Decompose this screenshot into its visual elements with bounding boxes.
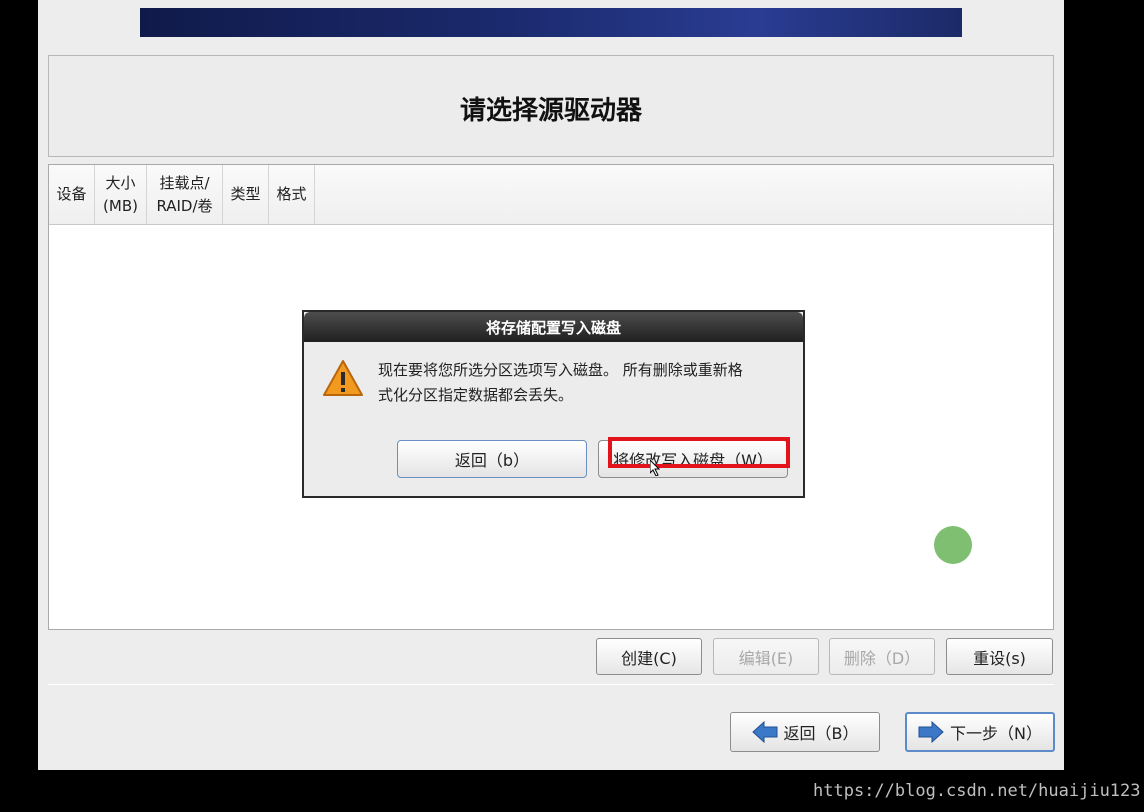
divider — [48, 684, 1054, 685]
arrow-left-icon — [751, 721, 777, 743]
header-banner — [140, 8, 962, 37]
back-button[interactable]: 返回（B） — [730, 712, 880, 752]
warning-icon — [323, 360, 363, 396]
column-device[interactable]: 设备 — [49, 165, 95, 224]
back-button-label: 返回（B） — [783, 724, 859, 743]
create-button[interactable]: 创建(C) — [596, 638, 702, 675]
dialog-message: 现在要将您所选分区选项写入磁盘。 所有删除或重新格 式化分区指定数据都会丢失。 — [378, 361, 743, 404]
next-button-label: 下一步（N） — [950, 724, 1042, 743]
delete-button[interactable]: 删除（D） — [829, 638, 935, 675]
edit-button[interactable]: 编辑(E) — [713, 638, 819, 675]
watermark: https://blog.csdn.net/huaijiu123 — [813, 781, 1141, 801]
reset-button[interactable]: 重设(s) — [946, 638, 1053, 675]
green-dot — [934, 526, 972, 564]
arrow-right-icon — [918, 721, 944, 743]
column-mountpoint[interactable]: 挂载点/ RAID/卷 — [147, 165, 223, 224]
column-type[interactable]: 类型 — [223, 165, 269, 224]
write-config-dialog: 将存储配置写入磁盘 现在要将您所选分区选项写入磁盘。 所有删除或重新格 式化分区… — [302, 310, 805, 498]
page-title: 请选择源驱动器 — [459, 95, 642, 126]
dialog-title: 将存储配置写入磁盘 — [304, 312, 803, 342]
next-button[interactable]: 下一步（N） — [905, 712, 1055, 752]
highlight-box — [608, 437, 790, 468]
column-format[interactable]: 格式 — [269, 165, 315, 224]
column-size[interactable]: 大小 (MB) — [95, 165, 147, 224]
title-panel: 请选择源驱动器 — [48, 55, 1054, 157]
mouse-cursor-icon — [650, 460, 660, 476]
dialog-back-button[interactable]: 返回（b） — [397, 440, 587, 478]
table-header: 设备 大小 (MB) 挂载点/ RAID/卷 类型 格式 — [49, 165, 1053, 225]
